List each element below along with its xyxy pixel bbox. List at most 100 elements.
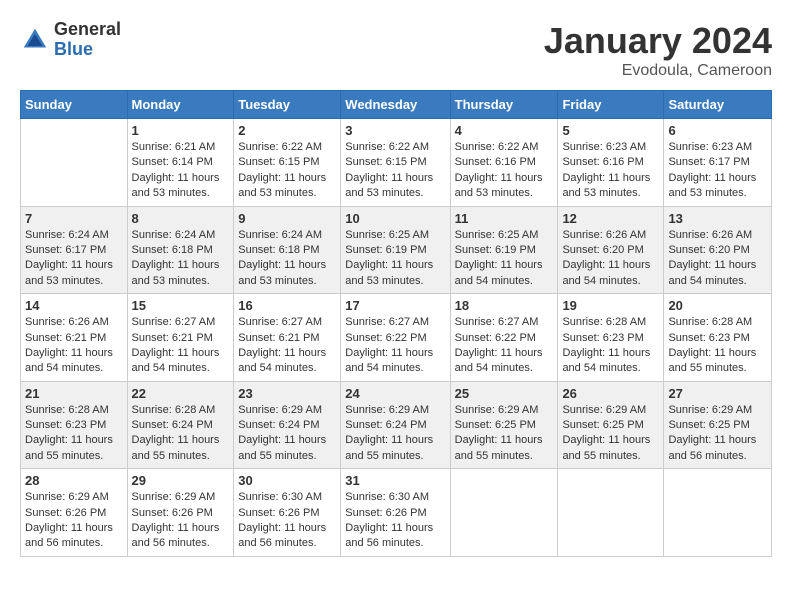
day-number: 22 (132, 386, 230, 401)
day-info: Sunrise: 6:29 AMSunset: 6:25 PMDaylight:… (562, 403, 659, 465)
day-info: Sunrise: 6:28 AMSunset: 6:23 PMDaylight:… (668, 315, 767, 377)
col-sunday: Sunday (21, 91, 128, 119)
day-number: 23 (238, 386, 336, 401)
day-number: 4 (455, 123, 554, 138)
calendar-cell: 12 Sunrise: 6:26 AMSunset: 6:20 PMDayligh… (558, 206, 664, 294)
day-info: Sunrise: 6:22 AMSunset: 6:16 PMDaylight:… (455, 140, 554, 202)
calendar-cell: 23 Sunrise: 6:29 AMSunset: 6:24 PMDayligh… (234, 381, 341, 469)
calendar-cell: 22 Sunrise: 6:28 AMSunset: 6:24 PMDayligh… (127, 381, 234, 469)
logo-blue: Blue (54, 40, 121, 60)
day-info: Sunrise: 6:29 AMSunset: 6:24 PMDaylight:… (345, 403, 445, 465)
calendar-cell: 7 Sunrise: 6:24 AMSunset: 6:17 PMDaylight… (21, 206, 128, 294)
day-number: 26 (562, 386, 659, 401)
calendar-subtitle: Evodoula, Cameroon (544, 62, 772, 80)
week-row-2: 7 Sunrise: 6:24 AMSunset: 6:17 PMDaylight… (21, 206, 772, 294)
week-row-4: 21Sunrise: 6:28 AMSunset: 6:23 PMDayligh… (21, 381, 772, 469)
day-number: 17 (345, 298, 445, 313)
calendar-cell: 28 Sunrise: 6:29 AMSunset: 6:26 PMDayligh… (21, 469, 128, 557)
calendar-cell: 30Sunrise: 6:30 AMSunset: 6:26 PMDayligh… (234, 469, 341, 557)
day-info: Sunrise: 6:28 AMSunset: 6:24 PMDaylight:… (132, 403, 230, 465)
day-number: 31 (345, 473, 445, 488)
calendar-cell: 13 Sunrise: 6:26 AMSunset: 6:20 PMDayligh… (664, 206, 772, 294)
day-number: 18 (455, 298, 554, 313)
week-row-3: 14 Sunrise: 6:26 AMSunset: 6:21 PMDayligh… (21, 294, 772, 382)
day-info: Sunrise: 6:23 AMSunset: 6:17 PMDaylight:… (668, 140, 767, 202)
day-number: 30 (238, 473, 336, 488)
week-row-1: 1 Sunrise: 6:21 AMSunset: 6:14 PMDaylight… (21, 119, 772, 207)
day-number: 7 (25, 211, 123, 226)
day-info: Sunrise: 6:24 AMSunset: 6:18 PMDaylight:… (238, 228, 336, 290)
header-row: Sunday Monday Tuesday Wednesday Thursday… (21, 91, 772, 119)
day-info: Sunrise: 6:27 AMSunset: 6:21 PMDaylight:… (238, 315, 336, 377)
calendar-cell: 11Sunrise: 6:25 AMSunset: 6:19 PMDayligh… (450, 206, 558, 294)
day-info: Sunrise: 6:24 AMSunset: 6:18 PMDaylight:… (132, 228, 230, 290)
calendar-cell: 15 Sunrise: 6:27 AMSunset: 6:21 PMDayligh… (127, 294, 234, 382)
day-info: Sunrise: 6:21 AMSunset: 6:14 PMDaylight:… (132, 140, 230, 202)
day-info: Sunrise: 6:26 AMSunset: 6:20 PMDaylight:… (562, 228, 659, 290)
calendar-cell: 20 Sunrise: 6:28 AMSunset: 6:23 PMDayligh… (664, 294, 772, 382)
day-number: 11 (455, 211, 554, 226)
day-number: 25 (455, 386, 554, 401)
day-number: 3 (345, 123, 445, 138)
day-number: 14 (25, 298, 123, 313)
title-block: January 2024 Evodoula, Cameroon (544, 20, 772, 80)
day-number: 15 (132, 298, 230, 313)
calendar-cell: 3 Sunrise: 6:22 AMSunset: 6:15 PMDaylight… (341, 119, 450, 207)
day-info: Sunrise: 6:26 AMSunset: 6:21 PMDaylight:… (25, 315, 123, 377)
day-number: 13 (668, 211, 767, 226)
calendar-cell: 17Sunrise: 6:27 AMSunset: 6:22 PMDayligh… (341, 294, 450, 382)
day-number: 19 (562, 298, 659, 313)
col-saturday: Saturday (664, 91, 772, 119)
calendar-cell: 25Sunrise: 6:29 AMSunset: 6:25 PMDayligh… (450, 381, 558, 469)
calendar-cell: 14 Sunrise: 6:26 AMSunset: 6:21 PMDayligh… (21, 294, 128, 382)
day-number: 28 (25, 473, 123, 488)
logo-icon (20, 25, 50, 55)
day-number: 8 (132, 211, 230, 226)
calendar-cell: 10Sunrise: 6:25 AMSunset: 6:19 PMDayligh… (341, 206, 450, 294)
logo-text: General Blue (54, 20, 121, 60)
col-monday: Monday (127, 91, 234, 119)
calendar-cell (21, 119, 128, 207)
calendar-cell (450, 469, 558, 557)
day-info: Sunrise: 6:22 AMSunset: 6:15 PMDaylight:… (345, 140, 445, 202)
calendar-header: Sunday Monday Tuesday Wednesday Thursday… (21, 91, 772, 119)
day-info: Sunrise: 6:29 AMSunset: 6:24 PMDaylight:… (238, 403, 336, 465)
day-number: 24 (345, 386, 445, 401)
calendar-cell: 19 Sunrise: 6:28 AMSunset: 6:23 PMDayligh… (558, 294, 664, 382)
calendar-cell: 4 Sunrise: 6:22 AMSunset: 6:16 PMDaylight… (450, 119, 558, 207)
day-number: 10 (345, 211, 445, 226)
day-number: 20 (668, 298, 767, 313)
calendar-cell: 6Sunrise: 6:23 AMSunset: 6:17 PMDaylight… (664, 119, 772, 207)
calendar-cell (664, 469, 772, 557)
calendar-title: January 2024 (544, 20, 772, 62)
day-info: Sunrise: 6:26 AMSunset: 6:20 PMDaylight:… (668, 228, 767, 290)
calendar-cell: 31Sunrise: 6:30 AMSunset: 6:26 PMDayligh… (341, 469, 450, 557)
day-info: Sunrise: 6:22 AMSunset: 6:15 PMDaylight:… (238, 140, 336, 202)
col-friday: Friday (558, 91, 664, 119)
day-number: 12 (562, 211, 659, 226)
day-number: 5 (562, 123, 659, 138)
calendar-cell: 5 Sunrise: 6:23 AMSunset: 6:16 PMDaylight… (558, 119, 664, 207)
day-info: Sunrise: 6:28 AMSunset: 6:23 PMDaylight:… (562, 315, 659, 377)
calendar-cell: 16Sunrise: 6:27 AMSunset: 6:21 PMDayligh… (234, 294, 341, 382)
calendar-cell: 21Sunrise: 6:28 AMSunset: 6:23 PMDayligh… (21, 381, 128, 469)
day-info: Sunrise: 6:29 AMSunset: 6:26 PMDaylight:… (25, 490, 123, 552)
page-header: General Blue January 2024 Evodoula, Came… (20, 20, 772, 80)
day-number: 29 (132, 473, 230, 488)
calendar-cell: 2 Sunrise: 6:22 AMSunset: 6:15 PMDaylight… (234, 119, 341, 207)
calendar-body: 1 Sunrise: 6:21 AMSunset: 6:14 PMDaylight… (21, 119, 772, 557)
day-info: Sunrise: 6:24 AMSunset: 6:17 PMDaylight:… (25, 228, 123, 290)
day-info: Sunrise: 6:27 AMSunset: 6:22 PMDaylight:… (455, 315, 554, 377)
calendar-cell: 9 Sunrise: 6:24 AMSunset: 6:18 PMDaylight… (234, 206, 341, 294)
day-number: 27 (668, 386, 767, 401)
day-info: Sunrise: 6:27 AMSunset: 6:21 PMDaylight:… (132, 315, 230, 377)
day-number: 9 (238, 211, 336, 226)
calendar-cell: 29Sunrise: 6:29 AMSunset: 6:26 PMDayligh… (127, 469, 234, 557)
day-info: Sunrise: 6:23 AMSunset: 6:16 PMDaylight:… (562, 140, 659, 202)
col-tuesday: Tuesday (234, 91, 341, 119)
week-row-5: 28 Sunrise: 6:29 AMSunset: 6:26 PMDayligh… (21, 469, 772, 557)
day-info: Sunrise: 6:28 AMSunset: 6:23 PMDaylight:… (25, 403, 123, 465)
day-number: 1 (132, 123, 230, 138)
day-number: 2 (238, 123, 336, 138)
calendar-cell: 26 Sunrise: 6:29 AMSunset: 6:25 PMDayligh… (558, 381, 664, 469)
